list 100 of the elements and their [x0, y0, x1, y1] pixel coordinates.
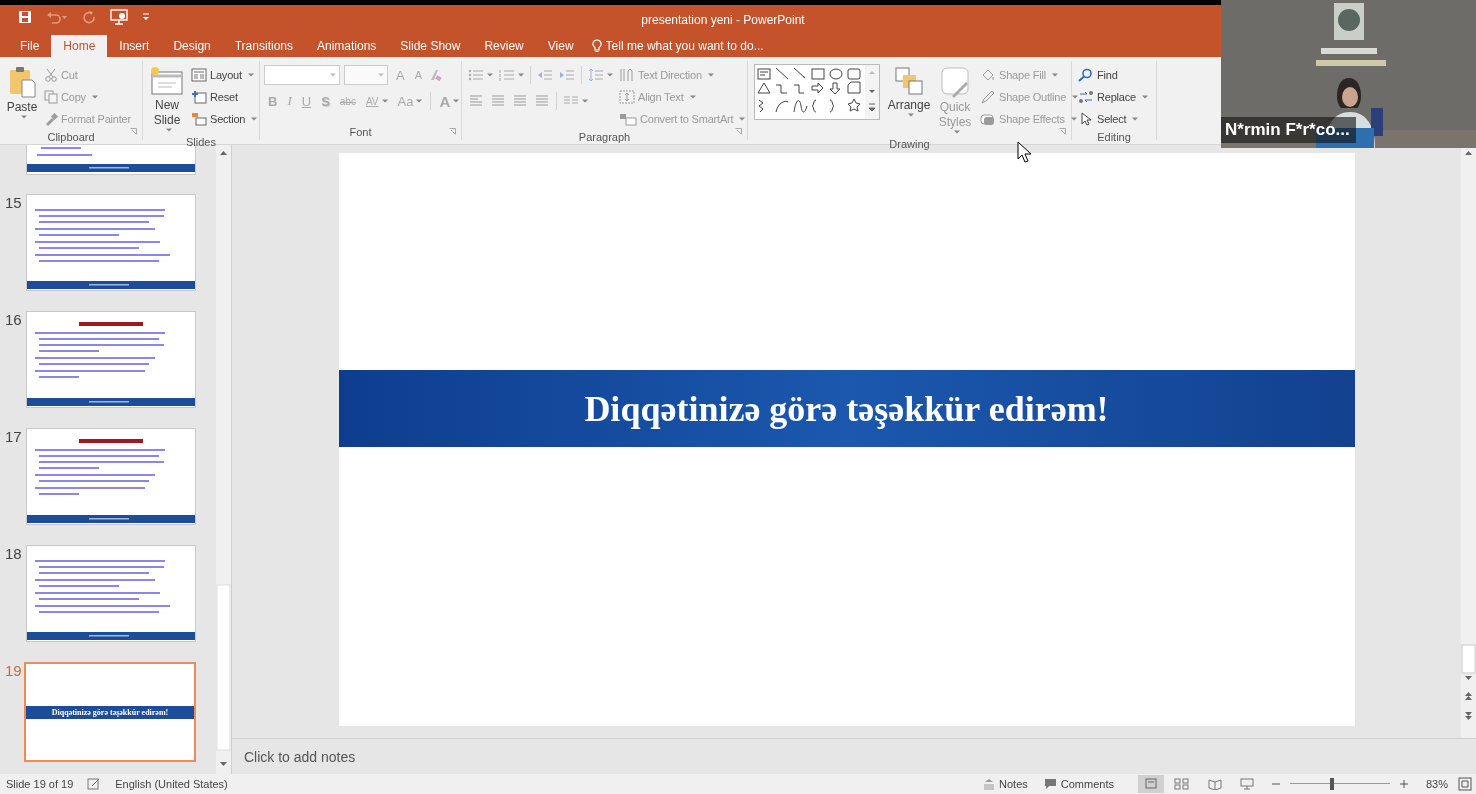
slide-thumbnail[interactable] — [26, 311, 196, 408]
section-button[interactable]: Section — [189, 108, 260, 129]
font-size-field[interactable] — [344, 65, 388, 85]
shapes-gallery[interactable] — [754, 64, 880, 120]
ribbon-tab[interactable]: Slide Show — [388, 35, 473, 57]
group-label: Slides — [186, 136, 216, 148]
fit-to-window-icon[interactable] — [1458, 777, 1472, 791]
zoom-slider-thumb[interactable] — [1329, 778, 1334, 790]
dialog-launcher-icon[interactable] — [130, 128, 137, 135]
tell-me-field[interactable]: Tell me what you want to do... — [605, 39, 806, 53]
ribbon-tab[interactable]: Animations — [305, 35, 389, 57]
caret-icon — [953, 130, 960, 134]
caret-icon — [247, 72, 254, 77]
dialog-launcher-icon[interactable] — [1059, 128, 1066, 135]
layout-button[interactable]: Layout — [189, 64, 256, 85]
arrange-button[interactable]: Arrange — [886, 64, 932, 119]
new-slide-icon — [150, 66, 184, 96]
slide-number: 15 — [4, 194, 23, 211]
spell-check-icon[interactable] — [87, 778, 102, 790]
scrollbar[interactable] — [1461, 145, 1476, 738]
lightbulb-icon[interactable] — [591, 39, 602, 53]
slide-thumbnail[interactable] — [26, 145, 196, 175]
paste-button[interactable]: Paste — [4, 64, 40, 121]
caret-icon — [416, 99, 423, 103]
scrollbar[interactable] — [216, 145, 231, 774]
select-button[interactable]: Select — [1076, 108, 1141, 129]
find-button[interactable]: Find — [1076, 64, 1120, 85]
caret-icon — [582, 99, 588, 103]
thumbnail-banner: Diqqətinizə görə təşəkkür edirəm! — [26, 705, 194, 719]
justify-icon[interactable] — [534, 94, 550, 108]
reset-button[interactable]: Reset — [189, 86, 240, 107]
caret-icon — [251, 116, 258, 121]
decrease-indent-icon[interactable] — [537, 68, 553, 82]
brush-icon — [44, 111, 58, 126]
align-center-icon[interactable] — [490, 94, 506, 108]
slide-sorter-icon[interactable] — [1173, 778, 1190, 790]
caret-icon — [1070, 116, 1077, 121]
text-direction-icon — [619, 67, 635, 82]
group-label: Font — [349, 126, 372, 138]
caret-icon — [165, 128, 172, 132]
slide-banner: Diqqətinizə görə təşəkkür edirəm! — [338, 370, 1355, 447]
caret-icon — [707, 72, 714, 77]
arrange-icon — [894, 66, 924, 96]
caret-icon — [91, 94, 98, 99]
notes-button[interactable]: Notes — [983, 778, 1028, 790]
zoom-level[interactable]: 83% — [1425, 778, 1448, 790]
layout-icon — [191, 67, 207, 82]
ribbon-tab[interactable]: View — [535, 35, 586, 57]
caret-icon — [487, 73, 493, 77]
ribbon-tab[interactable]: Design — [161, 35, 223, 57]
numbering-icon[interactable] — [499, 68, 515, 82]
caret-icon — [453, 99, 460, 103]
caret-icon — [1051, 72, 1058, 77]
search-icon — [1078, 67, 1094, 82]
language-label[interactable]: English (United States) — [115, 778, 228, 790]
replace-icon — [1078, 89, 1094, 104]
pencil-icon — [980, 89, 996, 104]
participant-name: N*rmin F*r*co... — [1221, 117, 1356, 143]
save-icon[interactable] — [18, 10, 32, 24]
zoom-out-icon[interactable] — [1271, 780, 1280, 788]
new-slide-button[interactable]: New Slide — [147, 64, 187, 134]
dialog-launcher-icon[interactable] — [735, 128, 742, 135]
caret-icon — [381, 99, 388, 103]
comment-icon — [1043, 778, 1057, 790]
ribbon-tab[interactable]: File — [8, 35, 52, 57]
slide-thumbnail[interactable] — [26, 194, 196, 291]
ribbon-tab[interactable]: Home — [51, 35, 108, 57]
align-left-icon[interactable] — [468, 94, 484, 108]
reset-icon — [191, 89, 207, 104]
ribbon-tab[interactable]: Transitions — [222, 35, 305, 57]
ribbon-tab[interactable]: Insert — [107, 35, 162, 57]
slide-number: 19 — [4, 662, 23, 679]
align-text-icon — [619, 89, 635, 104]
clear-formatting-icon[interactable] — [428, 68, 442, 82]
reading-view-icon[interactable] — [1207, 778, 1222, 790]
notes-icon — [983, 778, 996, 790]
caret-icon — [20, 115, 27, 119]
caret-icon — [907, 113, 914, 117]
normal-view-icon[interactable] — [1137, 775, 1164, 793]
slide-thumbnail[interactable] — [26, 545, 196, 642]
zoom-in-icon[interactable] — [1399, 780, 1408, 788]
slide-number: 18 — [4, 545, 23, 562]
dialog-launcher-icon[interactable] — [449, 128, 456, 135]
presentation-icon[interactable] — [110, 9, 128, 25]
slide-number: 17 — [4, 428, 23, 445]
slide-thumbnail[interactable] — [26, 428, 196, 525]
bullets-icon[interactable] — [468, 68, 484, 82]
undo-icon[interactable] — [46, 10, 68, 24]
scissors-icon — [44, 67, 58, 82]
font-name-field[interactable] — [264, 65, 340, 85]
redo-icon[interactable] — [82, 10, 96, 24]
slideshow-icon[interactable] — [1239, 778, 1254, 790]
ribbon-tab[interactable]: Review — [472, 35, 536, 57]
line-spacing-icon[interactable] — [588, 68, 604, 82]
comments-button[interactable]: Comments — [1043, 778, 1114, 790]
customize-caret-icon[interactable] — [142, 13, 150, 21]
slide-thumbnail[interactable]: Diqqətinizə görə təşəkkür edirəm! — [24, 662, 196, 762]
increase-indent-icon[interactable] — [559, 68, 575, 82]
notes-placeholder[interactable]: Click to add notes — [244, 748, 356, 765]
align-right-icon[interactable] — [512, 94, 528, 108]
